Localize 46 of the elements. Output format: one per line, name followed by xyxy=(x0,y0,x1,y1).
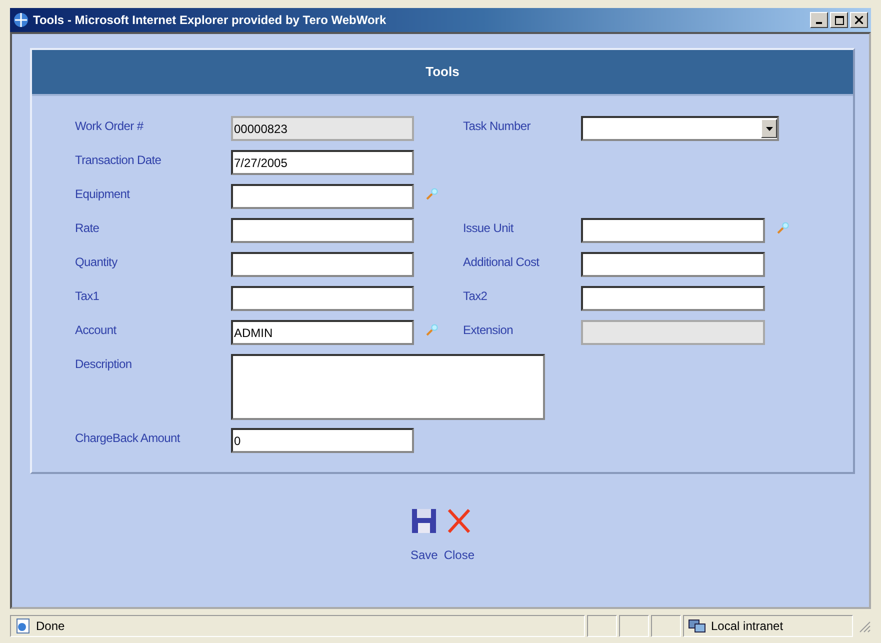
input-field[interactable] xyxy=(231,286,414,311)
input-field[interactable] xyxy=(231,184,414,209)
input-field[interactable] xyxy=(231,252,414,277)
status-text: Done xyxy=(36,619,65,633)
input-field[interactable]: ADMIN xyxy=(231,320,414,345)
field-label: ChargeBack Amount xyxy=(75,430,182,445)
dropdown-arrow-icon xyxy=(766,126,772,130)
status-panel xyxy=(651,615,681,637)
toolbar-button[interactable]: Save xyxy=(410,508,438,562)
dropdown-field[interactable] xyxy=(581,116,779,141)
globe-icon xyxy=(13,12,29,28)
input-field[interactable] xyxy=(231,218,414,243)
network-icon xyxy=(688,618,706,634)
input-field[interactable] xyxy=(581,286,765,311)
close-icon xyxy=(446,508,472,534)
field-label: Tax2 xyxy=(463,288,488,303)
description-field[interactable] xyxy=(231,354,545,420)
field-label: Tax1 xyxy=(75,288,100,303)
resize-grip-icon[interactable] xyxy=(857,619,871,633)
toolbar-button[interactable]: Close xyxy=(444,508,475,562)
field-label: Account xyxy=(75,322,118,337)
status-panel xyxy=(619,615,649,637)
field-label: Additional Cost xyxy=(463,254,540,269)
maximize-icon xyxy=(834,16,844,24)
field-label: Work Order # xyxy=(75,118,144,133)
minimize-button[interactable] xyxy=(810,12,828,28)
field-label: Extension xyxy=(463,322,514,337)
input-field[interactable]: 7/27/2005 xyxy=(231,150,414,175)
input-field[interactable] xyxy=(581,218,765,243)
field-label: Quantity xyxy=(75,254,118,269)
zone-text: Local intranet xyxy=(711,619,784,633)
field-label: Description xyxy=(75,356,133,371)
field-label: Equipment xyxy=(75,186,131,201)
maximize-button[interactable] xyxy=(830,12,848,28)
field-label: Rate xyxy=(75,220,100,235)
field-label: Transaction Date xyxy=(75,152,162,167)
field-label: Issue Unit xyxy=(463,220,515,235)
input-field[interactable] xyxy=(581,252,765,277)
close-icon xyxy=(855,16,863,24)
status-panel xyxy=(587,615,617,637)
field-label: Task Number xyxy=(463,118,532,133)
page-icon xyxy=(15,618,31,634)
close-button[interactable] xyxy=(850,12,868,28)
window-title: Tools - Microsoft Internet Explorer provided by Tero WebWork xyxy=(33,13,386,27)
input-field[interactable]: 0 xyxy=(231,428,414,453)
form-title: Tools xyxy=(32,50,853,96)
